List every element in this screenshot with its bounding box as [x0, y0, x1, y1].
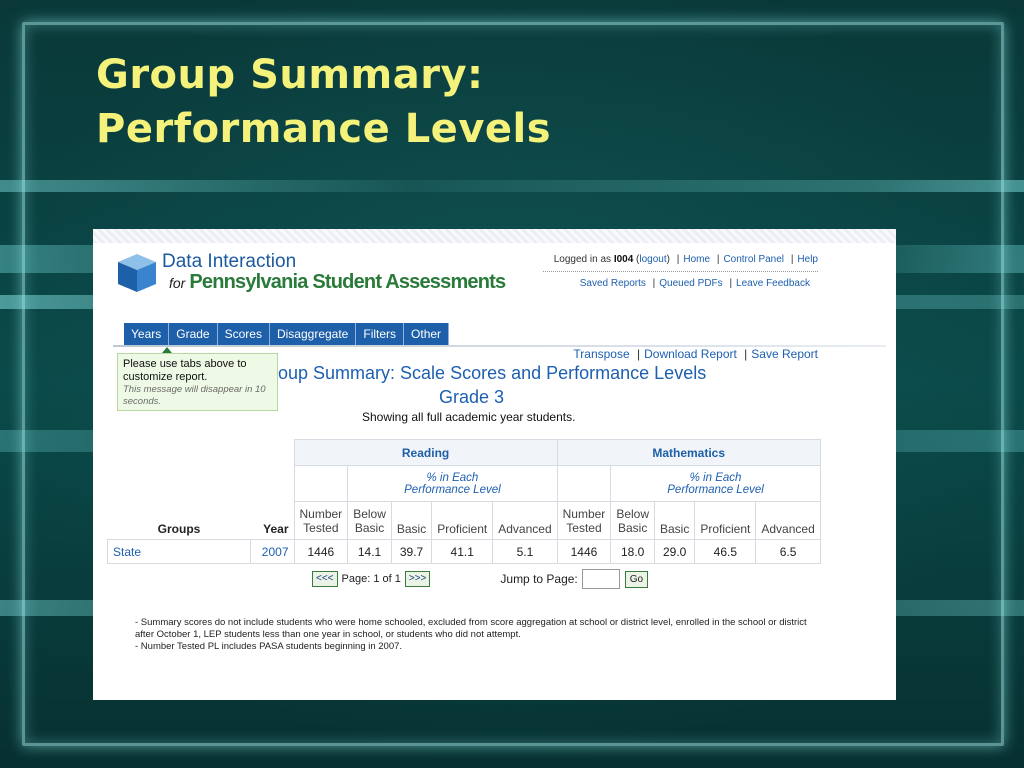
subject-reading: Reading [401, 445, 450, 460]
screenshot-panel: Data Interaction for Pennsylvania Student… [93, 229, 896, 700]
cell: 1446 [556, 539, 612, 564]
cell: 5.1 [492, 539, 558, 564]
help-link[interactable]: Help [797, 254, 818, 265]
cube-logo-icon [118, 254, 156, 292]
cell: 46.5 [694, 539, 757, 564]
cell: 6.5 [755, 539, 821, 564]
tab-other[interactable]: Other [404, 323, 450, 345]
cell: 29.0 [653, 539, 696, 564]
subject-math: Mathematics [652, 445, 726, 460]
group-link[interactable]: State [107, 539, 251, 564]
tooltip-text: Please use tabs above to customize repor… [123, 358, 247, 383]
tab-years[interactable]: Years [124, 323, 170, 345]
cell: 14.1 [347, 539, 392, 564]
logo-subtitle: for Pennsylvania Student Assessments [169, 271, 506, 294]
logged-in-label: Logged in as [553, 254, 612, 265]
footnotes: - Summary scores do not include students… [135, 617, 825, 653]
pager: <<< Page: 1 of 1 >>> Jump to Page: Go [312, 569, 649, 589]
col-groups: Groups [157, 522, 201, 536]
year-link[interactable]: 2007 [250, 539, 295, 564]
jump-to-page-input[interactable] [581, 569, 620, 589]
slide-title-line2: Performance Levels [96, 106, 552, 152]
cell: 18.0 [610, 539, 655, 564]
logout-link[interactable]: logout [639, 254, 666, 265]
page-indicator: Page: 1 of 1 [341, 573, 401, 585]
tooltip-message: Please use tabs above to customize repor… [117, 353, 278, 411]
pct-header-reading: % in Each Performance Level [347, 465, 558, 502]
col-below-basic: Below Basic [610, 501, 655, 540]
report-actions: Transpose | Download Report | Save Report [573, 347, 818, 361]
cell: 39.7 [390, 539, 433, 564]
tooltip-note: This message will disappear in 10 second… [123, 384, 266, 407]
col-below-basic: Below Basic [347, 501, 392, 540]
control-panel-link[interactable]: Control Panel [723, 254, 784, 265]
cell: 1446 [293, 539, 349, 564]
logo-for: for [169, 275, 186, 291]
header-band [93, 229, 896, 243]
home-link[interactable]: Home [683, 254, 710, 265]
performance-table: Reading Mathematics % in Each Performanc… [107, 439, 821, 564]
col-proficient: Proficient [694, 501, 757, 540]
report-note: Showing all full academic year students. [362, 410, 576, 424]
table-row: State 2007 1446 14.1 39.7 41.1 5.1 1446 … [107, 539, 821, 564]
go-button[interactable]: Go [624, 570, 649, 588]
download-report-link[interactable]: Download Report [644, 347, 737, 361]
col-number-tested: Number Tested [293, 501, 349, 540]
report-tabs: Years Grade Scores Disaggregate Filters … [124, 323, 450, 345]
col-number-tested: Number Tested [556, 501, 612, 540]
footnote: - Number Tested PL includes PASA student… [135, 641, 403, 652]
queued-pdfs-link[interactable]: Queued PDFs [659, 278, 722, 289]
saved-reports-link[interactable]: Saved Reports [580, 278, 646, 289]
transpose-link[interactable]: Transpose [573, 347, 629, 361]
report-links: Saved Reports | Queued PDFs | Leave Feedba… [579, 278, 810, 289]
pct-header-math: % in Each Performance Level [610, 465, 821, 502]
user-name: I004 [613, 254, 634, 265]
footnote: - Summary scores do not include students… [135, 617, 807, 640]
slide-title: Group Summary: Performance Levels [96, 48, 551, 156]
report-title: oup Summary: Scale Scores and Performanc… [278, 363, 707, 383]
save-report-link[interactable]: Save Report [751, 347, 818, 361]
col-basic: Basic [390, 501, 433, 540]
col-advanced: Advanced [492, 501, 558, 540]
col-advanced: Advanced [755, 501, 821, 540]
tab-scores[interactable]: Scores [217, 323, 270, 345]
leave-feedback-link[interactable]: Leave Feedback [736, 278, 810, 289]
next-page-button[interactable]: >>> [404, 571, 431, 587]
tab-grade[interactable]: Grade [169, 323, 218, 345]
slide-title-line1: Group Summary: [96, 52, 484, 98]
divider [543, 271, 818, 272]
logo-title: Data Interaction [162, 251, 297, 272]
user-links: Logged in as I004 (logout) | Home | Contro… [553, 254, 818, 265]
cell: 41.1 [431, 539, 494, 564]
col-basic: Basic [653, 501, 696, 540]
tab-filters[interactable]: Filters [356, 323, 405, 345]
tab-disaggregate[interactable]: Disaggregate [269, 323, 357, 345]
prev-page-button[interactable]: <<< [312, 571, 338, 587]
col-year: Year [263, 522, 289, 536]
logo-subtitle-text: Pennsylvania Student Assessments [189, 271, 506, 293]
jump-label: Jump to Page: [500, 572, 578, 586]
col-proficient: Proficient [431, 501, 494, 540]
report-grade: Grade 3 [439, 387, 505, 407]
